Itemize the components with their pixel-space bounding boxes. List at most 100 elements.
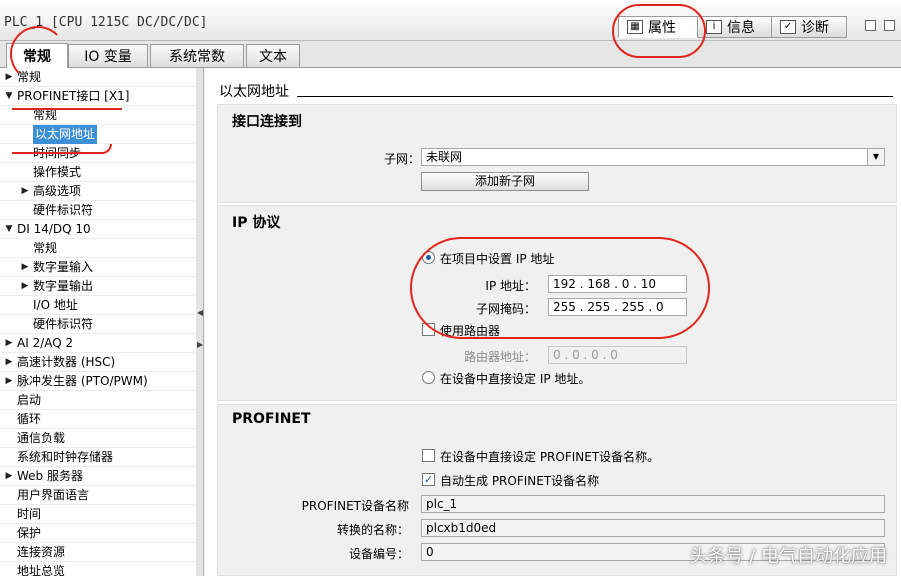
tree-item-label: 高级选项 xyxy=(33,184,82,198)
section-title: 以太网地址 xyxy=(219,84,289,100)
tree-item-label: 系统和时钟存储器 xyxy=(17,450,114,464)
radio-set-ip-in-device[interactable] xyxy=(422,371,435,384)
interface-panel: 接口连接到 子网： 未联网 ▼ 添加新子网 xyxy=(217,104,897,203)
tab-general[interactable]: 常规 xyxy=(6,43,68,68)
expand-right-icon[interactable]: ▶ xyxy=(4,334,14,353)
tree-item[interactable]: 时间 xyxy=(0,505,196,524)
tree-item[interactable]: 操作模式 xyxy=(0,163,196,182)
expand-right-icon[interactable]: ▶ xyxy=(4,372,14,391)
ip-protocol-title: IP 协议 xyxy=(232,215,281,231)
set-name-in-device-checkbox[interactable] xyxy=(422,449,435,462)
auto-generate-name-checkbox[interactable]: ✓ xyxy=(422,473,435,486)
tree-item[interactable]: ▼ DI 14/DQ 10 xyxy=(0,220,196,239)
splitter[interactable]: ◀ ▶ xyxy=(196,68,204,576)
watermark: 头条号 / 电气自动化应用 xyxy=(689,546,887,567)
navigation-tree: ▶ 常规 ▼ PROFINET接口 [X1] 常规 以太网地址 时间同步 操作模式 ▶ 高级选项硬… xyxy=(0,68,197,576)
use-router-checkbox[interactable] xyxy=(422,323,435,336)
tab-info[interactable]: i 信息 xyxy=(697,16,772,38)
tree-item[interactable]: 地址总览 xyxy=(0,562,196,576)
tree-item-label: 常规 xyxy=(33,241,58,255)
set-ip-in-project-label: 在项目中设置 IP 地址 xyxy=(440,252,555,266)
tree-item[interactable]: 硬件标识符 xyxy=(0,201,196,220)
tree-item[interactable]: ▶ AI 2/AQ 2 xyxy=(0,334,196,353)
ip-address-label: IP 地址： xyxy=(485,279,536,293)
tab-row: 常规 IO 变量 系统常数 文本 xyxy=(0,41,901,68)
expand-right-icon[interactable]: ▶ xyxy=(4,68,14,87)
tree-item[interactable]: 保护 xyxy=(0,524,196,543)
properties-icon: ▦ xyxy=(627,20,643,34)
tree-item-label: PROFINET接口 [X1] xyxy=(17,89,130,103)
tree-item[interactable]: I/O 地址 xyxy=(0,296,196,315)
expand-down-icon[interactable]: ▼ xyxy=(4,220,14,239)
converted-name-label: 转换的名称： xyxy=(336,523,409,537)
tab-texts[interactable]: 文本 xyxy=(246,44,300,67)
expand-right-icon[interactable]: ▶ xyxy=(4,353,14,372)
tree-item[interactable]: 以太网地址 xyxy=(0,125,196,144)
tree-item-label: 启动 xyxy=(17,393,42,407)
ip-protocol-panel: IP 协议 在项目中设置 IP 地址 IP 地址： 192 . 168 . 0 … xyxy=(217,205,897,401)
tree-item[interactable]: 通信负载 xyxy=(0,429,196,448)
float-icon[interactable] xyxy=(884,20,895,31)
expand-right-icon[interactable]: ▶ xyxy=(20,258,30,277)
tree-item-label: 常规 xyxy=(33,108,58,122)
chevron-down-icon[interactable]: ▼ xyxy=(867,149,884,165)
expand-right-icon[interactable]: ▶ xyxy=(197,340,203,349)
tree-item-label: I/O 地址 xyxy=(33,298,78,312)
info-icon: i xyxy=(706,20,722,34)
restore-icon[interactable] xyxy=(865,20,876,31)
expand-right-icon[interactable]: ▶ xyxy=(20,277,30,296)
tree-item-label: 循环 xyxy=(17,412,42,426)
interface-title: 接口连接到 xyxy=(232,114,302,130)
tree-item[interactable]: 用户界面语言 xyxy=(0,486,196,505)
window-title: PLC_1 [CPU 1215C DC/DC/DC] xyxy=(4,15,208,30)
tree-item[interactable]: 系统和时钟存储器 xyxy=(0,448,196,467)
tree-item[interactable]: 循环 xyxy=(0,410,196,429)
router-address-field[interactable]: 0 . 0 . 0 . 0 xyxy=(548,346,687,364)
tree-item[interactable]: ▶ 高级选项 xyxy=(0,182,196,201)
ip-address-field[interactable]: 192 . 168 . 0 . 10 xyxy=(548,275,687,293)
tree-item[interactable]: ▶ Web 服务器 xyxy=(0,467,196,486)
inspector-titlebar: PLC_1 [CPU 1215C DC/DC/DC] ▦ 属性 i 信息 ✓ 诊… xyxy=(0,0,901,41)
tree-item[interactable]: ▶ 高速计数器 (HSC) xyxy=(0,353,196,372)
expand-right-icon[interactable]: ▶ xyxy=(20,182,30,201)
tree-item[interactable]: 常规 xyxy=(0,239,196,258)
tree-item[interactable]: ▶ 常规 xyxy=(0,68,196,87)
tree-item[interactable]: 连接资源 xyxy=(0,543,196,562)
tree-item[interactable]: 启动 xyxy=(0,391,196,410)
set-name-in-device-label: 在设备中直接设定 PROFINET设备名称。 xyxy=(440,450,660,464)
tree-item-label: 常规 xyxy=(17,70,42,84)
tree-item[interactable]: ▶ 数字量输入 xyxy=(0,258,196,277)
collapse-left-icon[interactable]: ◀ xyxy=(197,308,203,317)
tree-item-label: Web 服务器 xyxy=(17,469,83,483)
subnet-dropdown[interactable]: 未联网 ▼ xyxy=(421,148,885,166)
window-buttons xyxy=(865,20,895,31)
tab-properties[interactable]: ▦ 属性 xyxy=(618,16,698,38)
tree-item[interactable]: 硬件标识符 xyxy=(0,315,196,334)
tree-item-label: 硬件标识符 xyxy=(33,203,94,217)
tree-item[interactable]: ▶ 脉冲发生器 (PTO/PWM) xyxy=(0,372,196,391)
subnet-mask-field[interactable]: 255 . 255 . 255 . 0 xyxy=(548,298,687,316)
tree-item-label: 用户界面语言 xyxy=(17,488,90,502)
profinet-title: PROFINET xyxy=(232,411,311,427)
tree-item-label: DI 14/DQ 10 xyxy=(17,222,91,236)
radio-set-ip-in-project[interactable] xyxy=(422,251,435,264)
expand-right-icon[interactable]: ▶ xyxy=(4,467,14,486)
expand-down-icon[interactable]: ▼ xyxy=(4,87,14,106)
tab-io-tags[interactable]: IO 变量 xyxy=(68,44,148,67)
tab-system-constants[interactable]: 系统常数 xyxy=(150,44,244,67)
converted-name-field[interactable]: plcxb1d0ed xyxy=(421,519,885,537)
section-divider xyxy=(297,96,893,97)
tree-item[interactable]: 常规 xyxy=(0,106,196,125)
use-router-label: 使用路由器 xyxy=(440,324,501,338)
tree-item-label: 地址总览 xyxy=(17,564,66,576)
tab-diagnostics[interactable]: ✓ 诊断 xyxy=(771,16,847,38)
tree-item[interactable]: ▶ 数字量输出 xyxy=(0,277,196,296)
tree-item-label: 以太网地址 xyxy=(33,125,98,144)
tree-item[interactable]: 时间同步 xyxy=(0,144,196,163)
tree-item[interactable]: ▼ PROFINET接口 [X1] xyxy=(0,87,196,106)
device-name-field[interactable]: plc_1 xyxy=(421,495,885,513)
add-subnet-button[interactable]: 添加新子网 xyxy=(421,172,589,191)
tree-item-label: 高速计数器 (HSC) xyxy=(17,355,116,369)
device-name-label: PROFINET设备名称 xyxy=(301,499,409,513)
tab-diagnostics-label: 诊断 xyxy=(801,20,829,36)
